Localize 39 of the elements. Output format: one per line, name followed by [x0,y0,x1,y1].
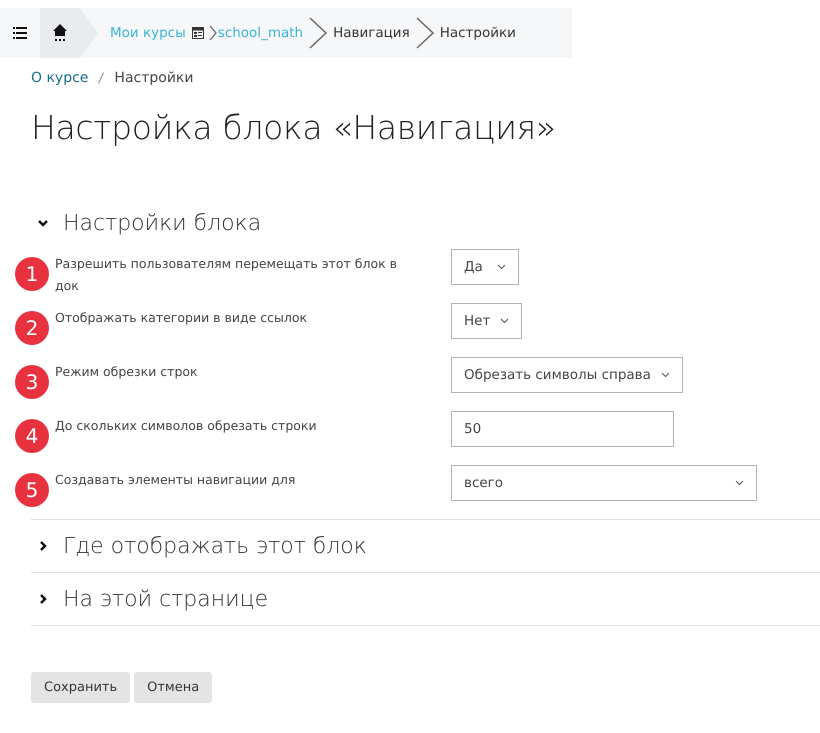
page-title: Настройка блока «Навигация» [31,108,557,147]
setting-label: Разрешить пользователям перемещать этот блок в док [55,255,398,295]
caret-icon [735,480,744,486]
breadcrumb-text: Навигация [333,25,410,41]
setting-label: Создавать элементы навигации для [55,471,296,489]
chevron-separator-icon [414,16,436,50]
caret-icon [660,372,670,378]
select-field[interactable]: Обрезать символы справа [451,357,683,393]
number-marker: 3 [15,365,49,399]
chevron-separator-icon [307,16,330,50]
list-icon [13,27,27,39]
save-button[interactable]: Сохранить [31,672,130,703]
home-icon [53,24,67,42]
number-marker: 1 [15,257,49,291]
slash-separator-icon [98,72,104,84]
caret-icon [500,318,510,324]
setting-label: Отображать категории в виде ссылок [55,309,308,327]
number-marker: 5 [15,473,49,507]
cancel-button[interactable]: Отмена [134,672,212,703]
input-field[interactable]: 50 [451,411,674,447]
setting-label: До скольких символов обрезать строки [55,417,318,435]
section-header[interactable]: Настройки блока [31,197,820,249]
caret-icon [497,264,506,270]
section-header[interactable]: Где отображать этот блок [31,520,820,572]
setting-label: Режим обрезки строк [55,363,199,381]
breadcrumb-text: Настройки [440,25,516,41]
section-header[interactable]: На этой странице [31,573,820,625]
chevron-right-icon [37,593,49,605]
number-marker: 2 [15,311,49,345]
course-icon [192,27,204,39]
select-field[interactable]: Да [451,249,519,285]
breadcrumb-link[interactable]: О курсе [31,70,88,86]
chevron-right-icon [37,540,49,552]
chevron-separator-icon [208,23,218,43]
select-field[interactable]: Нет [451,303,522,339]
select-field[interactable]: всего [451,465,757,501]
chevron-down-icon [37,217,49,229]
breadcrumb-text: Настройки [114,70,194,86]
number-marker: 4 [15,419,49,453]
